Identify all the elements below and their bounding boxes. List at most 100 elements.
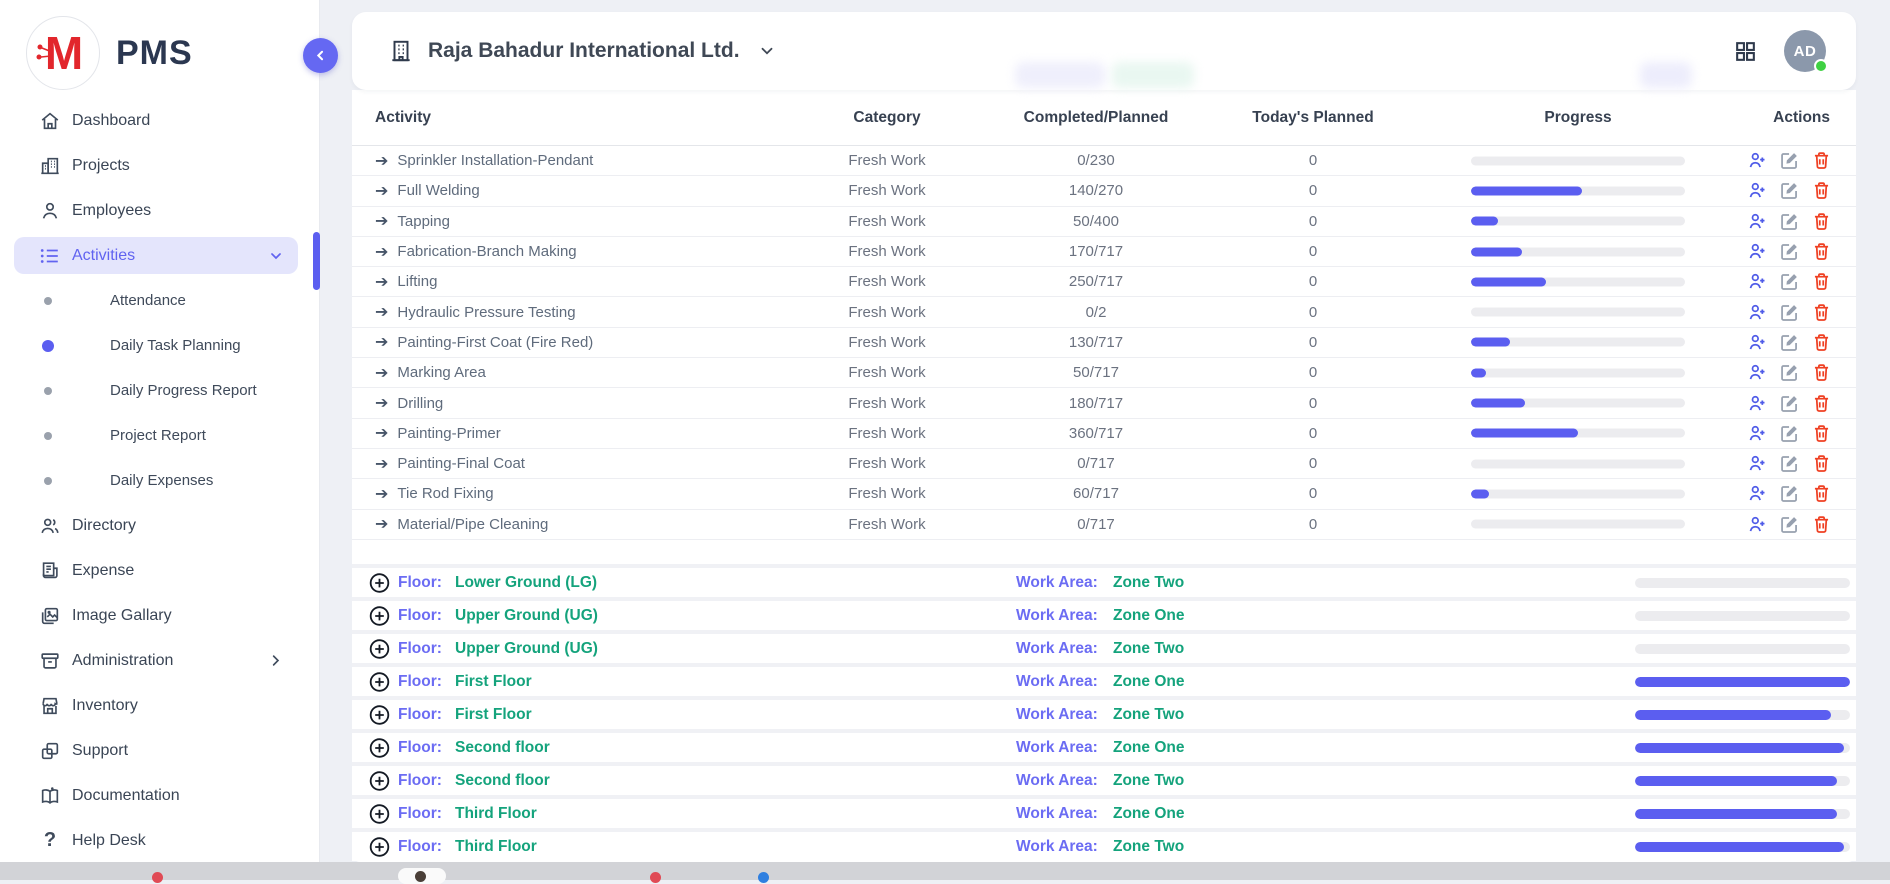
sidebar-item-projects[interactable]: Projects xyxy=(0,143,320,188)
sidebar-item-image-gallary[interactable]: Image Gallary xyxy=(0,593,320,638)
expand-plus-icon[interactable] xyxy=(368,835,391,858)
floor-progress-bar xyxy=(1635,809,1850,819)
assign-user-button[interactable] xyxy=(1747,150,1768,171)
sidebar-item-documentation[interactable]: Documentation xyxy=(0,773,320,818)
activity-name: Tapping xyxy=(397,213,450,230)
edit-button[interactable] xyxy=(1779,241,1800,262)
delete-button[interactable] xyxy=(1811,483,1832,504)
sidebar-item-support[interactable]: Support xyxy=(0,728,320,773)
work-area-value: Zone Two xyxy=(1113,700,1184,729)
assign-user-button[interactable] xyxy=(1747,211,1768,232)
delete-button[interactable] xyxy=(1811,211,1832,232)
delete-button[interactable] xyxy=(1811,241,1832,262)
table-row: ➔Sprinkler Installation-Pendant Fresh Wo… xyxy=(352,146,1856,176)
edit-button[interactable] xyxy=(1779,211,1800,232)
table-row: ➔Lifting Fresh Work 250/717 0 xyxy=(352,267,1856,297)
logo-circuit-icon xyxy=(36,43,58,67)
edit-button[interactable] xyxy=(1779,453,1800,474)
table-row: ➔Material/Pipe Cleaning Fresh Work 0/717… xyxy=(352,510,1856,540)
delete-button[interactable] xyxy=(1811,423,1832,444)
apps-grid-icon[interactable] xyxy=(1733,39,1758,64)
expand-plus-icon[interactable] xyxy=(368,703,391,726)
expand-plus-icon[interactable] xyxy=(368,802,391,825)
assign-user-button[interactable] xyxy=(1747,483,1768,504)
sidebar-item-inventory[interactable]: Inventory xyxy=(0,683,320,728)
floor-value: First Floor xyxy=(455,700,532,729)
sidebar-subitem-daily-task-planning[interactable]: Daily Task Planning xyxy=(0,323,320,368)
delete-button[interactable] xyxy=(1811,453,1832,474)
floor-label: Floor: xyxy=(398,799,442,828)
work-area-label: Work Area: xyxy=(1016,766,1098,795)
edit-button[interactable] xyxy=(1779,393,1800,414)
sidebar-item-directory[interactable]: Directory xyxy=(0,503,320,548)
floor-row: Floor: Second floor Work Area: Zone Two xyxy=(352,766,1856,795)
delete-button[interactable] xyxy=(1811,180,1832,201)
edit-button[interactable] xyxy=(1779,362,1800,383)
sidebar-subitem-daily-progress-report[interactable]: Daily Progress Report xyxy=(0,368,320,413)
assign-user-button[interactable] xyxy=(1747,241,1768,262)
company-name: Raja Bahadur International Ltd. xyxy=(428,39,740,63)
assign-user-button[interactable] xyxy=(1747,271,1768,292)
todays-planned-value: 0 xyxy=(1183,388,1443,417)
sidebar-item-expense[interactable]: Expense xyxy=(0,548,320,593)
expand-plus-icon[interactable] xyxy=(368,736,391,759)
active-section-indicator xyxy=(313,232,320,290)
edit-button[interactable] xyxy=(1779,514,1800,535)
delete-button[interactable] xyxy=(1811,302,1832,323)
expand-plus-icon[interactable] xyxy=(368,670,391,693)
sidebar-subitem-attendance[interactable]: Attendance xyxy=(0,278,320,323)
edit-button[interactable] xyxy=(1779,150,1800,171)
completed-planned-value: 0/2 xyxy=(1009,297,1183,326)
assign-user-button[interactable] xyxy=(1747,332,1768,353)
sidebar: M PMS Dashboard Projects Employees xyxy=(0,0,320,862)
edit-button[interactable] xyxy=(1779,332,1800,353)
sidebar-collapse-button[interactable] xyxy=(303,38,338,73)
assign-user-button[interactable] xyxy=(1747,514,1768,535)
delete-button[interactable] xyxy=(1811,332,1832,353)
sidebar-item-activities[interactable]: Activities xyxy=(0,233,320,278)
floor-label: Floor: xyxy=(398,568,442,597)
arrow-right-icon: ➔ xyxy=(375,454,388,474)
sidebar-item-administration[interactable]: Administration xyxy=(0,638,320,683)
arrow-right-icon: ➔ xyxy=(375,332,388,352)
sidebar-item-dashboard[interactable]: Dashboard xyxy=(0,98,320,143)
delete-button[interactable] xyxy=(1811,150,1832,171)
assign-user-button[interactable] xyxy=(1747,423,1768,444)
delete-button[interactable] xyxy=(1811,514,1832,535)
assign-user-button[interactable] xyxy=(1747,302,1768,323)
completed-planned-value: 130/717 xyxy=(1009,328,1183,357)
expand-plus-icon[interactable] xyxy=(368,604,391,627)
app-logo[interactable]: M PMS xyxy=(26,16,193,90)
floor-value: First Floor xyxy=(455,667,532,696)
activity-name: Painting-First Coat (Fire Red) xyxy=(397,334,593,351)
edit-button[interactable] xyxy=(1779,180,1800,201)
edit-button[interactable] xyxy=(1779,423,1800,444)
todays-planned-value: 0 xyxy=(1183,267,1443,296)
floor-progress-bar xyxy=(1635,677,1850,687)
expand-plus-icon[interactable] xyxy=(368,571,391,594)
sidebar-subitem-daily-expenses[interactable]: Daily Expenses xyxy=(0,458,320,503)
user-avatar[interactable]: AD xyxy=(1784,30,1826,72)
assign-user-button[interactable] xyxy=(1747,393,1768,414)
horizontal-scrollbar-track[interactable] xyxy=(0,862,1890,880)
delete-button[interactable] xyxy=(1811,271,1832,292)
company-selector[interactable]: Raja Bahadur International Ltd. xyxy=(388,12,776,90)
activity-name: Painting-Primer xyxy=(397,425,500,442)
sidebar-item-help-desk[interactable]: ? Help Desk xyxy=(0,818,320,863)
assign-user-button[interactable] xyxy=(1747,362,1768,383)
assign-user-button[interactable] xyxy=(1747,180,1768,201)
edit-button[interactable] xyxy=(1779,302,1800,323)
expand-plus-icon[interactable] xyxy=(368,637,391,660)
delete-button[interactable] xyxy=(1811,362,1832,383)
sidebar-item-label: Expense xyxy=(72,562,134,580)
main-content: Activity Category Completed/Planned Toda… xyxy=(352,90,1856,862)
sidebar-subitem-project-report[interactable]: Project Report xyxy=(0,413,320,458)
active-bullet-icon xyxy=(42,340,54,352)
edit-button[interactable] xyxy=(1779,483,1800,504)
assign-user-button[interactable] xyxy=(1747,453,1768,474)
sidebar-item-employees[interactable]: Employees xyxy=(0,188,320,233)
delete-button[interactable] xyxy=(1811,393,1832,414)
activity-name: Fabrication-Branch Making xyxy=(397,243,576,260)
expand-plus-icon[interactable] xyxy=(368,769,391,792)
edit-button[interactable] xyxy=(1779,271,1800,292)
